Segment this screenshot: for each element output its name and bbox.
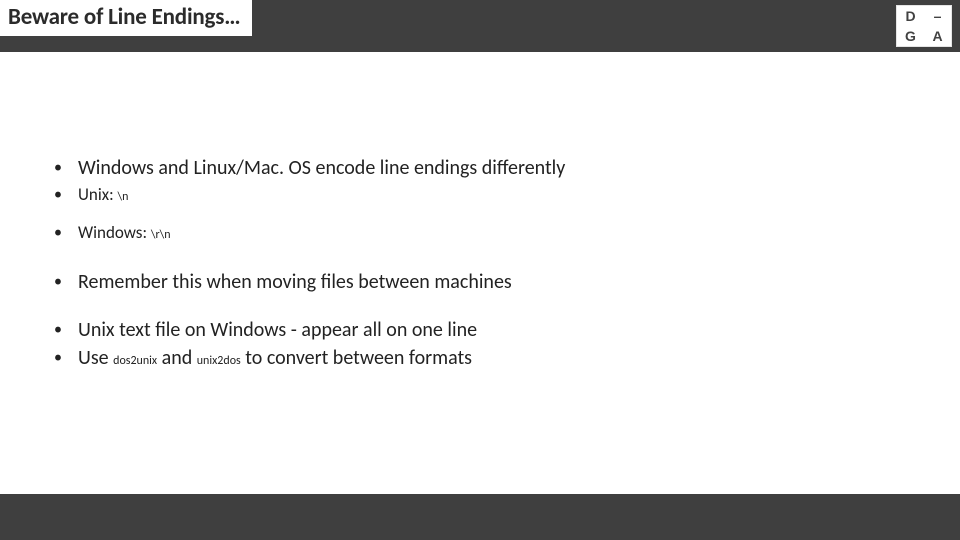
bullet-list: Windows and Linux/Mac. OS encode line en…	[46, 155, 906, 374]
bullet-text: and	[157, 346, 197, 370]
code-text: \n	[118, 190, 129, 204]
slide-title: Beware of Line Endings…	[8, 2, 240, 32]
brand-logo: D – G A	[896, 5, 952, 47]
code-text: \r\n	[151, 228, 171, 242]
bullet-item: Windows: \r\n	[46, 221, 906, 247]
bullet-item: Unix text file on Windows - appear all o…	[46, 317, 906, 343]
slide: Beware of Line Endings… D – G A Windows …	[0, 0, 960, 540]
bullet-text: to convert between formats	[241, 346, 472, 370]
logo-cell-dash: –	[934, 9, 942, 23]
slide-body: Windows and Linux/Mac. OS encode line en…	[46, 155, 906, 374]
bullet-text: Windows:	[78, 222, 151, 243]
footer-bar	[0, 494, 960, 540]
bullet-item: Remember this when moving files between …	[46, 269, 906, 295]
code-text: unix2dos	[197, 354, 241, 368]
logo-cell-a: A	[932, 29, 942, 43]
title-wrap: Beware of Line Endings…	[0, 0, 252, 36]
bullet-item: Use dos2unix and unix2dos to convert bet…	[46, 345, 906, 374]
bullet-text: Unix:	[78, 184, 118, 205]
code-text: dos2unix	[113, 354, 157, 368]
bullet-text: Use	[78, 346, 113, 370]
logo-cell-g: G	[905, 29, 916, 43]
bullet-item: Unix: \n	[46, 183, 906, 209]
bullet-item: Windows and Linux/Mac. OS encode line en…	[46, 155, 906, 181]
logo-cell-d: D	[905, 9, 915, 23]
header-bar: Beware of Line Endings… D – G A	[0, 0, 960, 52]
